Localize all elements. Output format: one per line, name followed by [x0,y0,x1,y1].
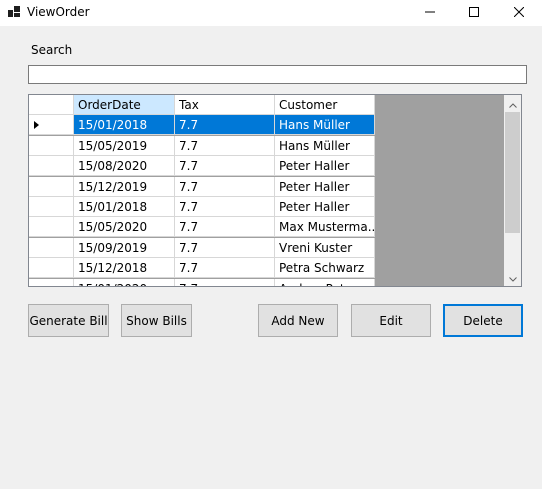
close-icon [513,6,525,20]
cell-orderdate[interactable]: 15/05/2020 [74,217,175,238]
maximize-icon [469,6,479,20]
maximize-button[interactable] [451,0,497,26]
cell-tax[interactable]: 7.7 [175,196,275,217]
scroll-up-button[interactable] [504,95,521,112]
row-header-corner[interactable] [29,95,74,115]
cell-customer[interactable]: Vreni Kuster [275,237,375,258]
cell-orderdate[interactable]: 15/12/2018 [74,258,175,279]
row-header[interactable] [29,278,74,286]
minimize-icon [425,6,435,20]
cell-customer[interactable]: Peter Haller [275,176,375,197]
cell-orderdate[interactable]: 15/09/2019 [74,237,175,258]
cell-customer[interactable]: Hans Müller [275,115,375,136]
cell-customer[interactable]: Andrea Pet... [275,278,375,286]
cell-tax[interactable]: 7.7 [175,176,275,197]
row-header[interactable] [29,135,74,156]
title-bar: ViewOrder [0,0,542,26]
cell-customer[interactable]: Peter Haller [275,196,375,217]
chevron-down-icon [508,271,517,285]
cell-orderdate[interactable]: 15/05/2019 [74,135,175,156]
cell-tax[interactable]: 7.7 [175,115,275,136]
window-title: ViewOrder [27,5,90,19]
window-app-icon [8,6,20,18]
close-button[interactable] [496,0,542,26]
cell-orderdate[interactable]: 15/01/2018 [74,196,175,217]
chevron-up-icon [508,97,517,111]
row-header[interactable] [29,176,74,197]
cell-orderdate[interactable]: 15/08/2020 [74,156,175,177]
cell-tax[interactable]: 7.7 [175,258,275,279]
current-row-arrow-icon [34,121,39,130]
vertical-scrollbar[interactable] [504,95,521,286]
row-header[interactable] [29,156,74,177]
add-new-button[interactable]: Add New [258,304,338,337]
search-label: Search [31,43,73,57]
cell-tax[interactable]: 7.7 [175,135,275,156]
row-header[interactable] [29,115,74,136]
column-header-customer[interactable]: Customer [275,95,375,115]
row-header[interactable] [29,217,74,238]
minimize-button[interactable] [407,0,453,26]
cell-tax[interactable]: 7.7 [175,237,275,258]
show-bills-button[interactable]: Show Bills [121,304,192,337]
search-input[interactable] [28,65,527,84]
scroll-down-button[interactable] [504,269,521,286]
orders-grid[interactable]: OrderDate Tax Customer 15/01/2018 7.7 Ha… [28,94,522,287]
cell-orderdate[interactable]: 15/12/2019 [74,176,175,197]
edit-button[interactable]: Edit [351,304,431,337]
cell-customer[interactable]: Max Musterma... [275,217,375,238]
row-header[interactable] [29,196,74,217]
cell-tax[interactable]: 7.7 [175,156,275,177]
cell-tax[interactable]: 7.7 [175,278,275,286]
cell-orderdate[interactable]: 15/01/2020 [74,278,175,286]
delete-button[interactable]: Delete [443,304,523,337]
cell-customer[interactable]: Hans Müller [275,135,375,156]
scrollbar-thumb[interactable] [505,112,520,233]
row-header[interactable] [29,237,74,258]
cell-orderdate[interactable]: 15/01/2018 [74,115,175,136]
generate-bill-button[interactable]: Generate Bill [28,304,109,337]
column-header-orderdate[interactable]: OrderDate [74,95,175,115]
cell-customer[interactable]: Petra Schwarz [275,258,375,279]
cell-tax[interactable]: 7.7 [175,217,275,238]
cell-customer[interactable]: Peter Haller [275,156,375,177]
row-header[interactable] [29,258,74,279]
column-header-tax[interactable]: Tax [175,95,275,115]
